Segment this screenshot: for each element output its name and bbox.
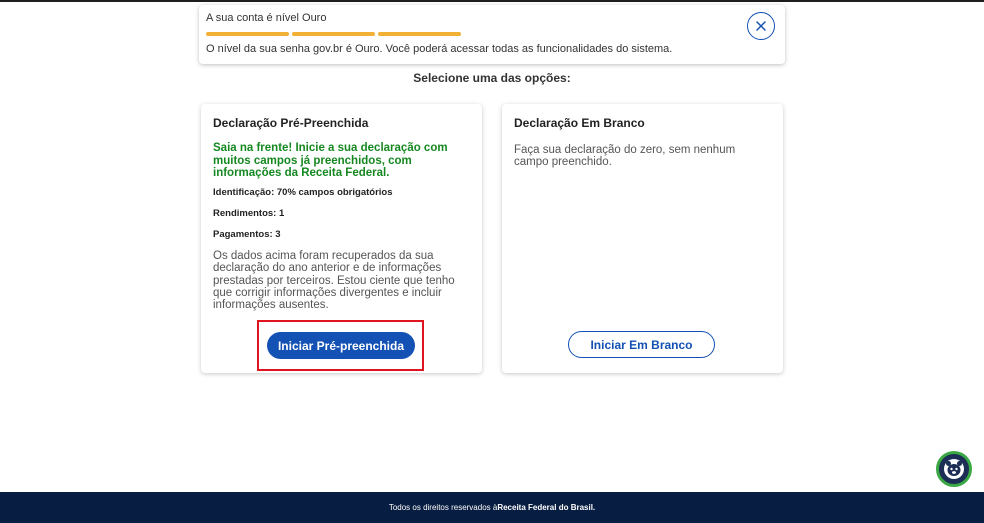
- account-level-description: O nível da sua senha gov.br é Ouro. Você…: [206, 43, 673, 55]
- start-blank-button[interactable]: Iniciar Em Branco: [568, 331, 715, 358]
- account-level-notification: A sua conta é nível Ouro O nível da sua …: [199, 5, 785, 64]
- close-icon: [756, 21, 766, 31]
- level-bar: [206, 32, 289, 36]
- payments-stat: Pagamentos: 3: [213, 229, 281, 240]
- footer: Todos os direitos reservados à Receita F…: [0, 492, 984, 523]
- prefilled-declaration-card: Declaração Pré-Preenchida Saia na frente…: [201, 104, 482, 373]
- top-divider: [0, 0, 984, 2]
- income-stat: Rendimentos: 1: [213, 208, 285, 219]
- card-description: Faça sua declaração do zero, sem nenhum …: [514, 144, 736, 169]
- card-title: Declaração Pré-Preenchida: [213, 116, 369, 130]
- footer-text: Todos os direitos reservados à: [388, 503, 498, 512]
- level-bar: [378, 32, 461, 36]
- account-level-title: A sua conta é nível Ouro: [206, 12, 327, 24]
- footer-org-name: Receita Federal do Brasil.: [497, 503, 596, 512]
- close-notification-button[interactable]: [747, 12, 775, 40]
- start-prefilled-button[interactable]: Iniciar Pré-preenchida: [267, 332, 415, 359]
- card-title: Declaração Em Branco: [514, 116, 645, 130]
- card-description: Os dados acima foram recuperados da sua …: [213, 250, 455, 312]
- assistant-button[interactable]: [936, 451, 972, 487]
- section-heading: Selecione uma das opções:: [413, 71, 571, 85]
- level-bar: [292, 32, 375, 36]
- assistant-avatar-icon: [944, 459, 964, 479]
- blank-declaration-card: Declaração Em Branco Faça sua declaração…: [502, 104, 783, 373]
- account-level-progress: [206, 32, 461, 36]
- card-highlight-text: Saia na frente! Inicie a sua declaração …: [213, 142, 448, 179]
- page: A sua conta é nível Ouro O nível da sua …: [0, 0, 984, 523]
- identification-stat: Identificação: 70% campos obrigatórios: [213, 187, 393, 198]
